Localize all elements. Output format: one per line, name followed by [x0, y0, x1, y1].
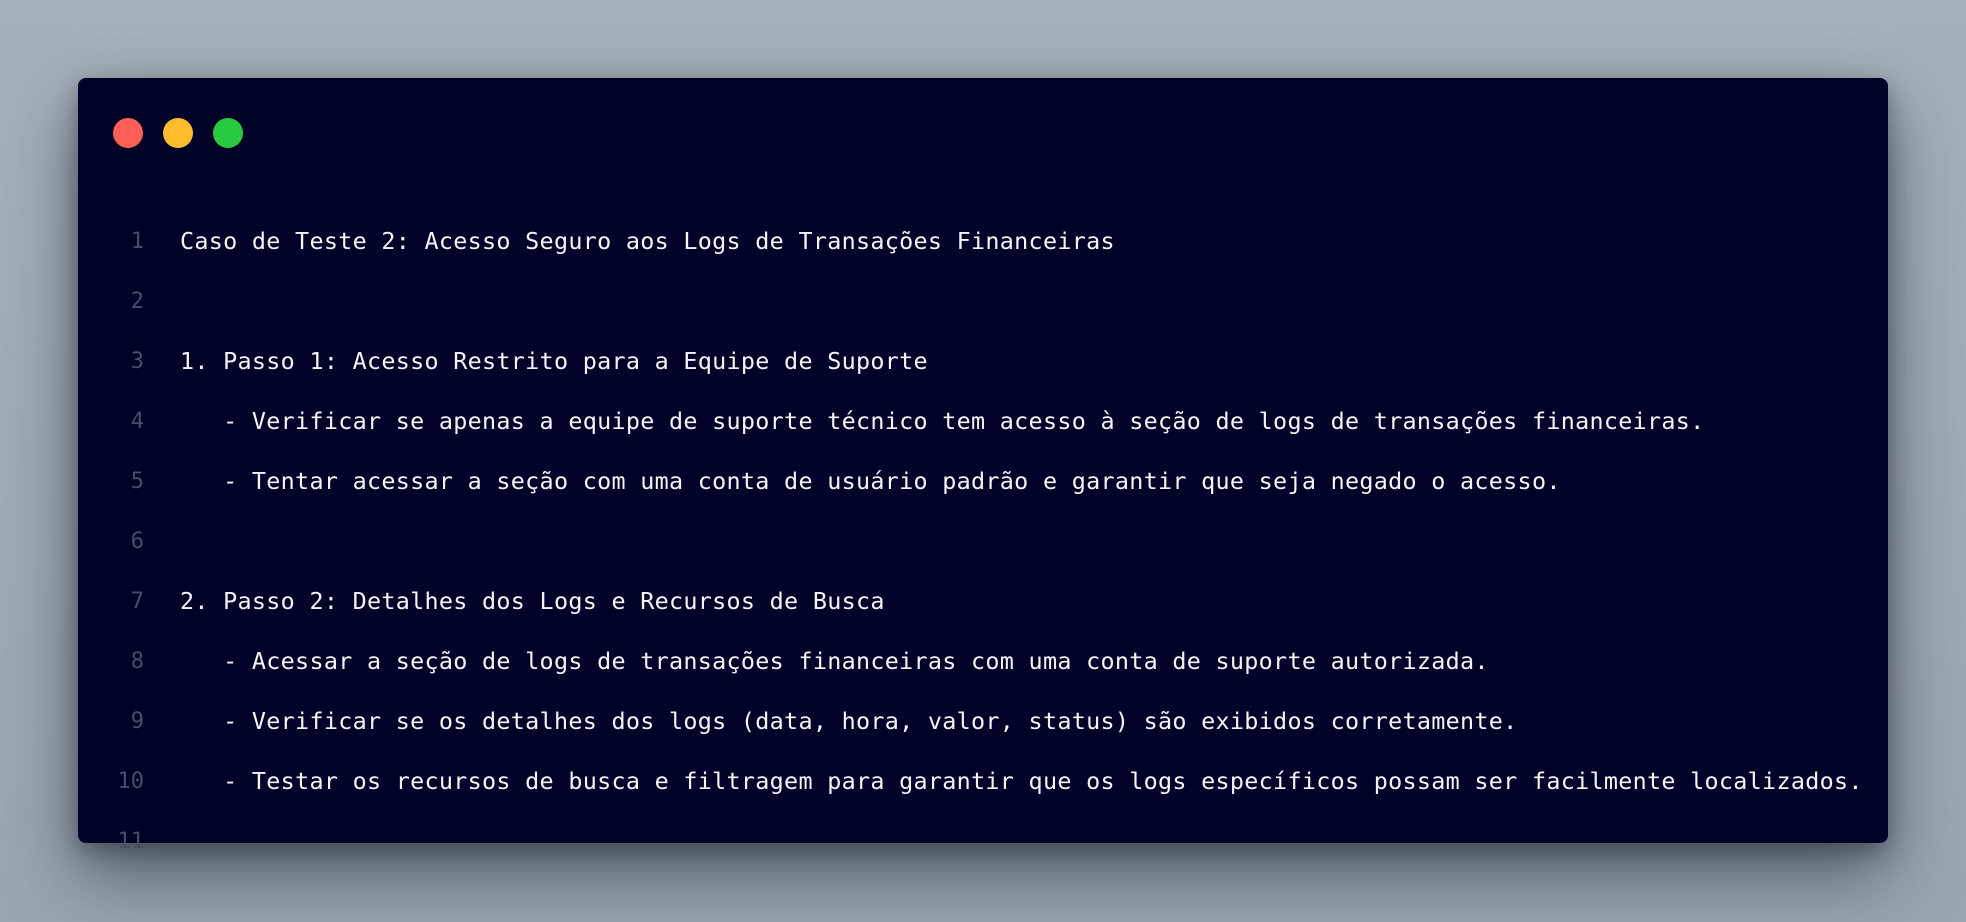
code-line: 9 - Verificar se os detalhes dos logs (d…: [78, 691, 1888, 751]
minimize-window-button[interactable]: [163, 118, 193, 148]
line-text: Caso de Teste 2: Acesso Seguro aos Logs …: [180, 227, 1115, 255]
line-number: 1: [130, 228, 144, 254]
code-window: 1 Caso de Teste 2: Acesso Seguro aos Log…: [78, 78, 1888, 854]
line-text: - Acessar a seção de logs de transações …: [180, 647, 1489, 675]
code-line: 3 1. Passo 1: Acesso Restrito para a Equ…: [78, 331, 1888, 391]
close-window-button[interactable]: [113, 118, 143, 148]
code-line: 7 2. Passo 2: Detalhes dos Logs e Recurs…: [78, 571, 1888, 631]
line-number: 7: [130, 588, 144, 614]
line-number: 10: [117, 768, 145, 794]
code-line: 2: [78, 271, 1888, 331]
line-number: 8: [130, 648, 144, 674]
line-number: 9: [130, 708, 144, 734]
code-line: 8 - Acessar a seção de logs de transaçõe…: [78, 631, 1888, 691]
code-line: 4 - Verificar se apenas a equipe de supo…: [78, 391, 1888, 451]
maximize-window-button[interactable]: [213, 118, 243, 148]
code-line: 10 - Testar os recursos de busca e filtr…: [78, 751, 1888, 811]
line-number: 4: [130, 408, 144, 434]
code-line: 6: [78, 511, 1888, 571]
line-text: 2. Passo 2: Detalhes dos Logs e Recursos…: [180, 587, 885, 615]
code-line: 11: [78, 811, 1888, 871]
line-text: - Verificar se os detalhes dos logs (dat…: [180, 707, 1518, 735]
code-line: 5 - Tentar acessar a seção com uma conta…: [78, 451, 1888, 511]
line-text: - Tentar acessar a seção com uma conta d…: [180, 467, 1561, 495]
line-number: 5: [130, 468, 144, 494]
line-text: - Testar os recursos de busca e filtrage…: [180, 767, 1863, 795]
code-line: 1 Caso de Teste 2: Acesso Seguro aos Log…: [78, 211, 1888, 271]
line-text: - Verificar se apenas a equipe de suport…: [180, 407, 1705, 435]
line-number: 3: [130, 348, 144, 374]
window-controls: [113, 118, 243, 148]
line-number: 2: [130, 288, 144, 314]
line-number: 6: [130, 528, 144, 554]
line-number: 11: [117, 828, 145, 854]
line-text: 1. Passo 1: Acesso Restrito para a Equip…: [180, 347, 928, 375]
